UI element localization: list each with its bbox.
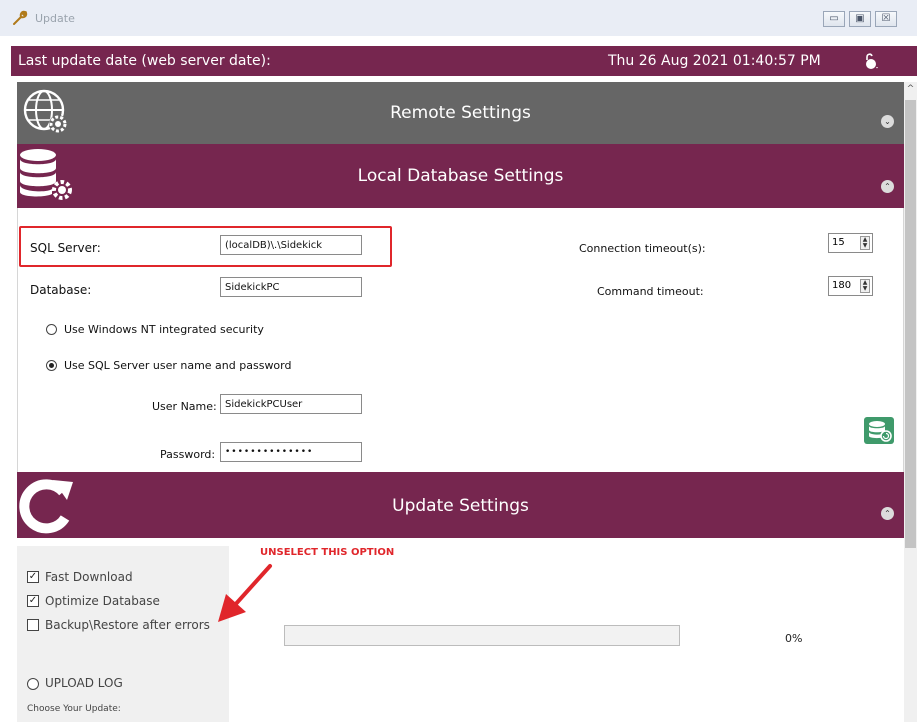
annotation-text: UNSELECT THIS OPTION (260, 547, 395, 558)
sql-server-label: SQL Server: (30, 241, 101, 255)
minimize-button[interactable]: ▭ (823, 11, 845, 27)
stepper-arrows-icon[interactable]: ▲ ▼ (860, 279, 870, 293)
remote-settings-title: Remote Settings (390, 103, 531, 123)
password-input[interactable] (220, 442, 362, 462)
collapse-chevron-icon[interactable]: ⌃ (881, 180, 894, 193)
database-input[interactable] (220, 277, 362, 297)
connection-timeout-stepper[interactable]: 15 ▲ ▼ (828, 233, 873, 253)
upload-log-radio[interactable] (27, 678, 39, 690)
backup-restore-checkbox[interactable] (27, 619, 39, 631)
password-label: Password: (160, 448, 216, 461)
maximize-button[interactable]: ▣ (849, 11, 871, 27)
fast-download-label: Fast Download (45, 570, 133, 584)
last-update-date: Thu 26 Aug 2021 01:40:57 PM (608, 53, 821, 69)
command-timeout-value: 180 (832, 280, 852, 291)
window-title: Update (35, 12, 75, 25)
stepper-arrows-icon[interactable]: ▲ ▼ (860, 236, 870, 250)
fast-download-checkbox[interactable]: ✓ (27, 571, 39, 583)
last-update-bar: Last update date (web server date): Thu … (11, 46, 917, 76)
wrench-icon (13, 10, 28, 25)
sql-server-input[interactable] (220, 235, 362, 255)
local-database-settings-title: Local Database Settings (357, 166, 564, 186)
close-button[interactable]: ☒ (875, 11, 897, 27)
window-titlebar (0, 0, 917, 36)
backup-restore-label: Backup\Restore after errors (45, 618, 210, 632)
username-input[interactable] (220, 394, 362, 414)
connection-timeout-label: Connection timeout(s): (579, 242, 706, 255)
sql-auth-label: Use SQL Server user name and password (64, 359, 292, 372)
username-label: User Name: (152, 400, 217, 413)
annotation-arrow-icon (218, 564, 272, 622)
choose-update-label: Choose Your Update: (27, 704, 121, 714)
collapse-chevron-icon[interactable]: ⌃ (881, 507, 894, 520)
progress-percent: 0% (785, 632, 803, 645)
update-settings-header[interactable]: Update Settings ⌃ (17, 472, 904, 538)
lock-menu-icon[interactable] (862, 51, 880, 71)
update-progress-bar (284, 625, 680, 646)
scrollbar-thumb[interactable] (905, 100, 916, 548)
windows-auth-label: Use Windows NT integrated security (64, 323, 264, 336)
command-timeout-label: Command timeout: (597, 285, 704, 298)
expand-chevron-icon[interactable]: ⌄ (881, 115, 894, 128)
last-update-label: Last update date (web server date): (18, 53, 271, 69)
local-database-settings-header[interactable]: Local Database Settings ⌃ (17, 144, 904, 208)
update-settings-title: Update Settings (392, 496, 529, 516)
database-label: Database: (30, 283, 92, 297)
command-timeout-stepper[interactable]: 180 ▲ ▼ (828, 276, 873, 296)
connection-timeout-value: 15 (832, 237, 845, 248)
sql-auth-radio[interactable] (46, 360, 57, 371)
scroll-up-arrow[interactable]: ^ (904, 84, 917, 96)
test-connection-icon[interactable] (864, 417, 894, 444)
upload-log-label: UPLOAD LOG (45, 676, 123, 690)
windows-auth-radio[interactable] (46, 324, 57, 335)
optimize-database-label: Optimize Database (45, 594, 160, 608)
optimize-database-checkbox[interactable]: ✓ (27, 595, 39, 607)
remote-settings-header[interactable]: Remote Settings ⌄ (17, 82, 904, 144)
